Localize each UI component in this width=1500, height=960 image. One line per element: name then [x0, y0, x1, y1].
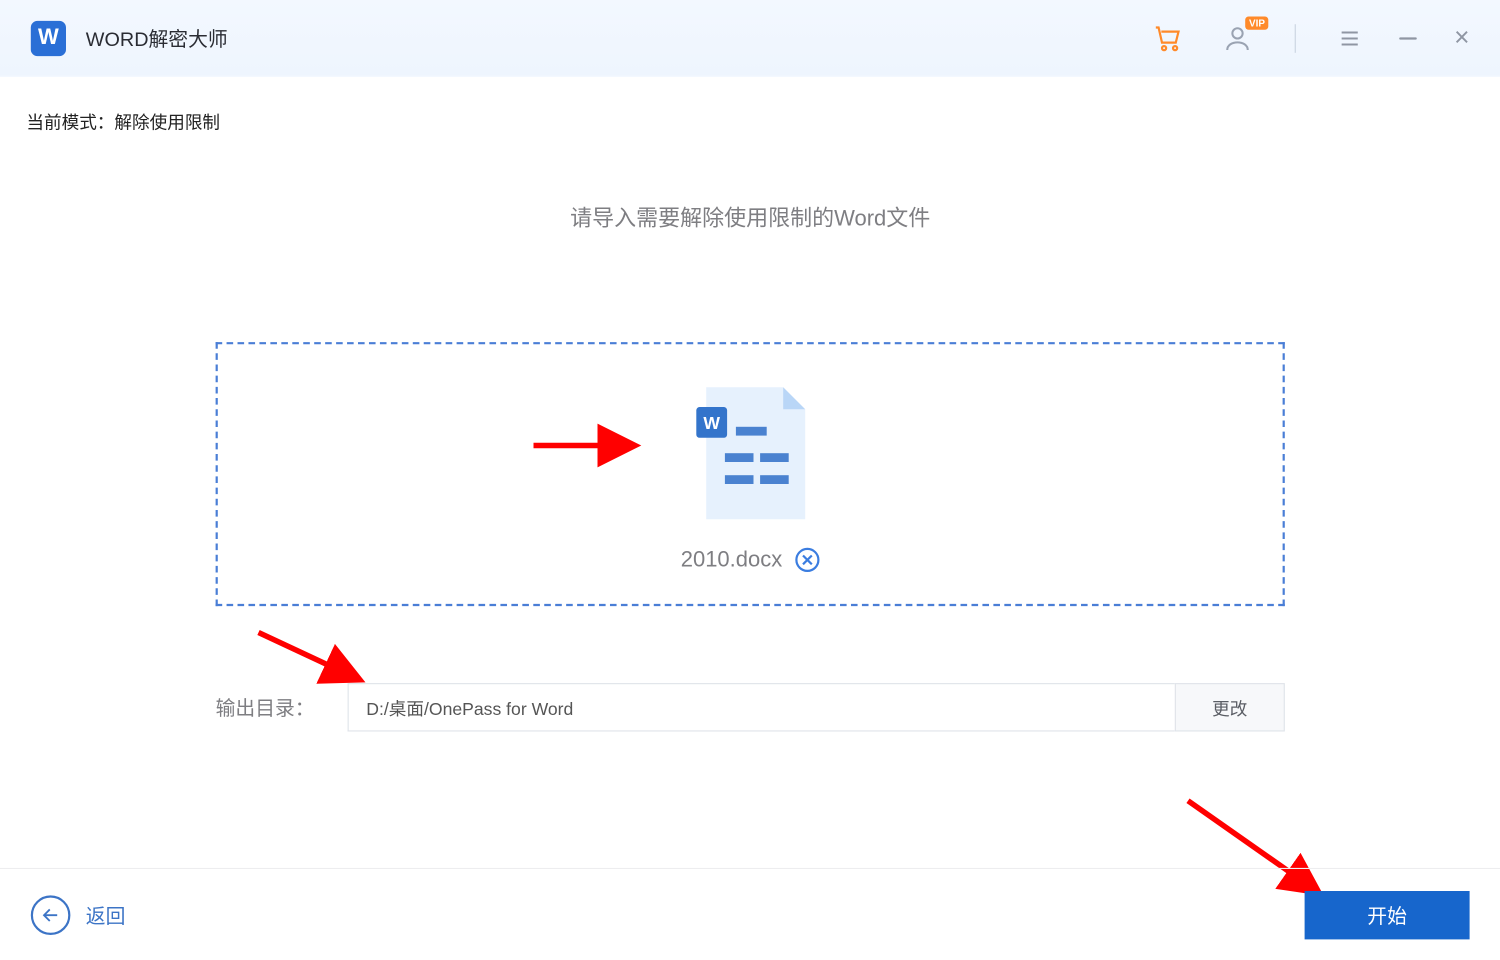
output-directory-input[interactable] — [348, 683, 1175, 731]
app-logo-icon: W — [31, 20, 66, 55]
output-directory-row: 输出目录： 更改 — [216, 683, 1285, 731]
svg-text:W: W — [703, 412, 720, 432]
back-arrow-icon — [31, 895, 71, 935]
user-icon[interactable]: VIP — [1222, 23, 1253, 54]
footer-bar: 返回 开始 — [0, 868, 1500, 960]
mode-label: 当前模式：解除使用限制 — [0, 77, 1500, 134]
file-dropzone[interactable]: W 2010.docx — [216, 342, 1285, 606]
back-button-label: 返回 — [86, 900, 126, 929]
mode-prefix: 当前模式： — [26, 114, 114, 133]
output-directory-label: 输出目录： — [216, 693, 315, 722]
instruction-text: 请导入需要解除使用限制的Word文件 — [0, 200, 1500, 232]
close-button[interactable]: × — [1454, 25, 1469, 51]
change-directory-button[interactable]: 更改 — [1175, 683, 1285, 731]
app-title: WORD解密大师 — [86, 24, 228, 53]
minimize-button[interactable] — [1399, 37, 1417, 39]
remove-file-button[interactable] — [795, 548, 819, 572]
vip-badge: VIP — [1246, 16, 1269, 29]
start-button[interactable]: 开始 — [1305, 890, 1470, 938]
cart-icon[interactable] — [1152, 21, 1185, 54]
title-bar: W WORD解密大师 VIP — [0, 0, 1500, 77]
word-file-icon: W — [668, 376, 833, 530]
app-logo-letter: W — [38, 25, 59, 50]
loaded-file-name: 2010.docx — [681, 547, 783, 572]
titlebar-divider — [1295, 24, 1296, 53]
back-button[interactable]: 返回 — [31, 895, 126, 935]
menu-icon[interactable] — [1338, 26, 1362, 50]
mode-value: 解除使用限制 — [114, 114, 220, 133]
